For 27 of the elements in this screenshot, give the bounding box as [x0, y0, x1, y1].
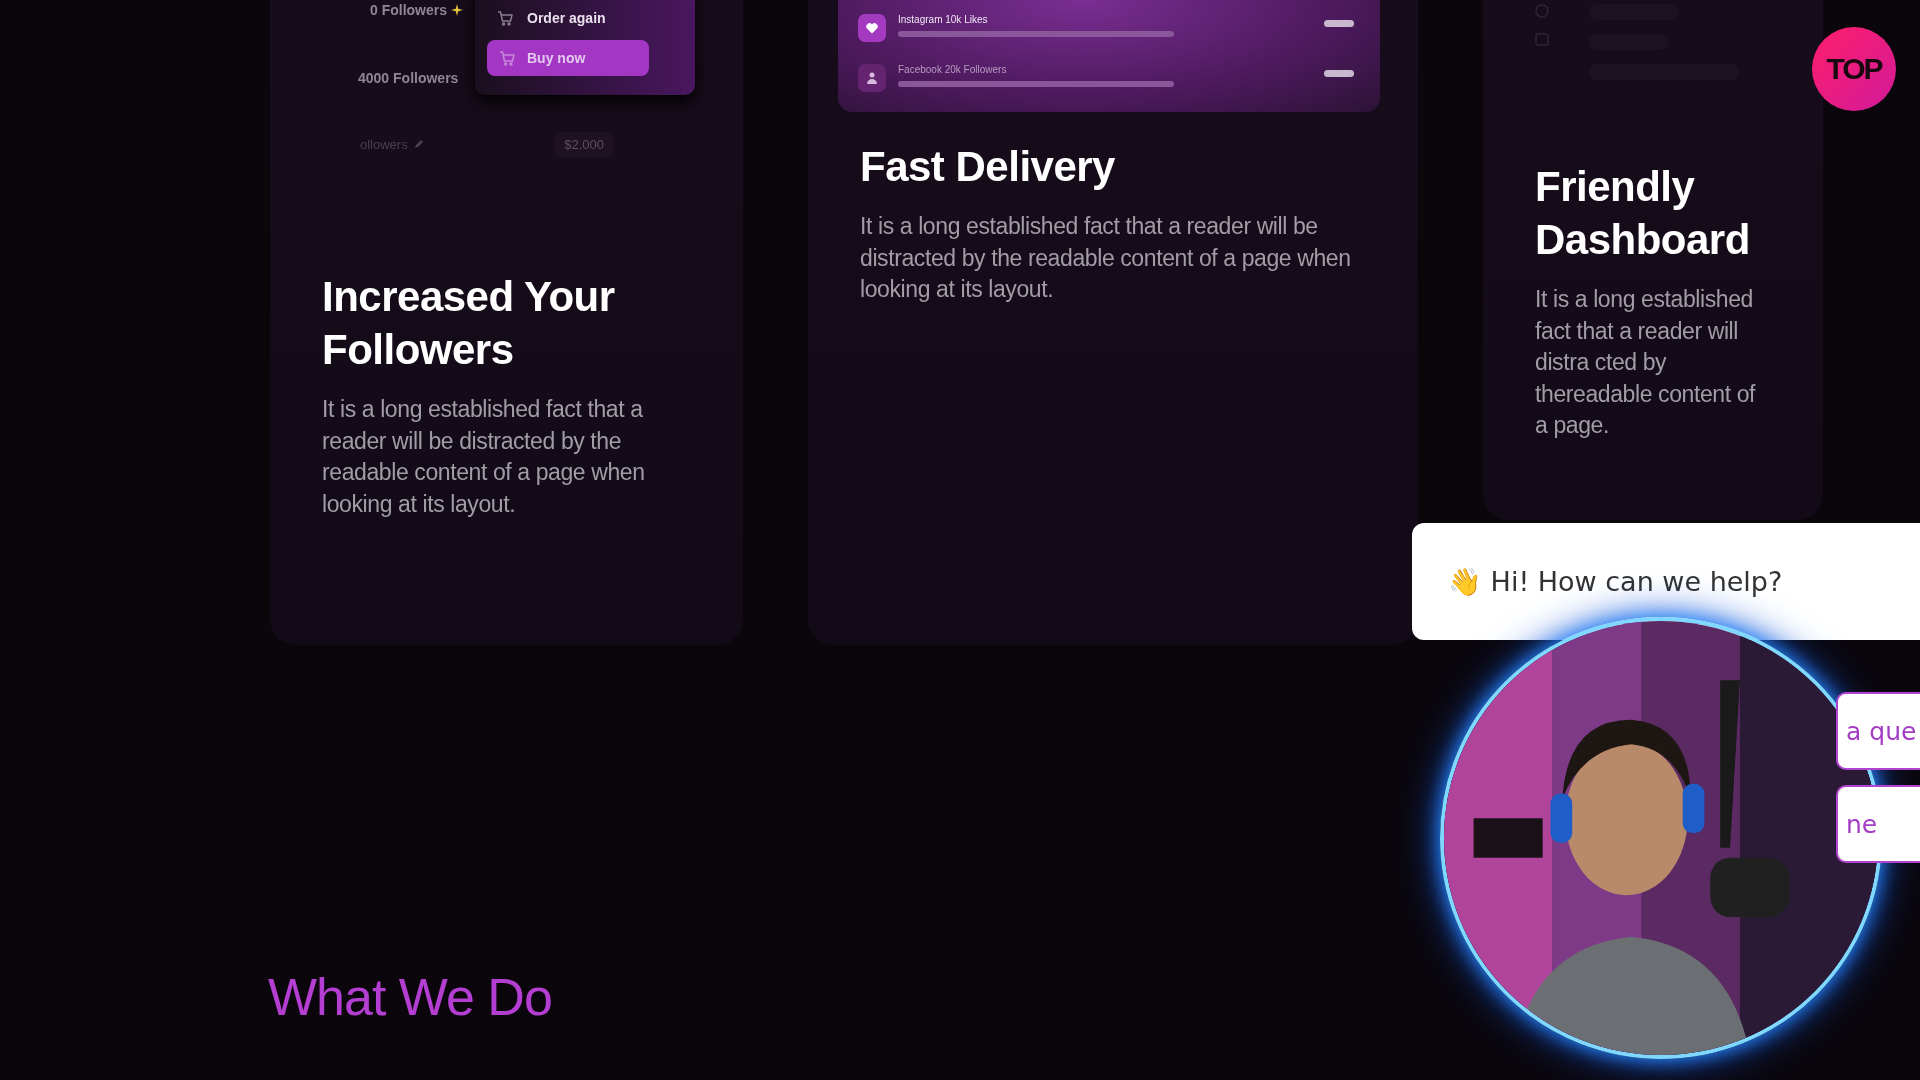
- card-description: It is a long established fact that a reader will distra cted by thereadable content of a page.: [1535, 285, 1757, 440]
- service-label: Instagram 10k Likes: [898, 14, 989, 25]
- calendar-icon: [1535, 32, 1549, 46]
- pencil-icon: [413, 139, 424, 149]
- clock-icon: [1535, 4, 1549, 18]
- buy-now-button[interactable]: Buy now: [487, 40, 649, 76]
- card-description: It is a long established fact that a reader will be distracted by the readable content of a page when looking at its layout.: [322, 395, 646, 519]
- user-icon: [858, 64, 886, 92]
- chat-option[interactable]: ne: [1836, 785, 1920, 863]
- order-again-item[interactable]: Order again: [487, 10, 683, 26]
- card-title: Friendly Dashboard: [1535, 162, 1751, 265]
- service-label: Facebook 20k Followers: [898, 64, 1008, 75]
- status-pill: [1324, 70, 1354, 77]
- status-pill: [1324, 20, 1354, 27]
- chat-greeting: 👋 Hi! How can we help?: [1412, 523, 1920, 640]
- chat-option[interactable]: a que: [1836, 692, 1920, 770]
- followers-option: 4000 Followers: [358, 70, 459, 86]
- cart-icon: [497, 10, 513, 26]
- card-title: Fast Delivery: [860, 142, 1116, 192]
- followers-option: 0 Followers: [370, 2, 448, 18]
- cart-icon: [499, 50, 515, 66]
- card-description: It is a long established fact that a reader will be distracted by the readable content of a page when looking at its layout.: [860, 212, 1352, 304]
- card-title: Increased Your Followers: [322, 272, 616, 375]
- logo[interactable]: TOP: [1812, 27, 1896, 111]
- sparkle-icon: [451, 4, 464, 16]
- section-heading: What We Do: [268, 967, 553, 1027]
- price-tag: $2.000: [554, 131, 614, 157]
